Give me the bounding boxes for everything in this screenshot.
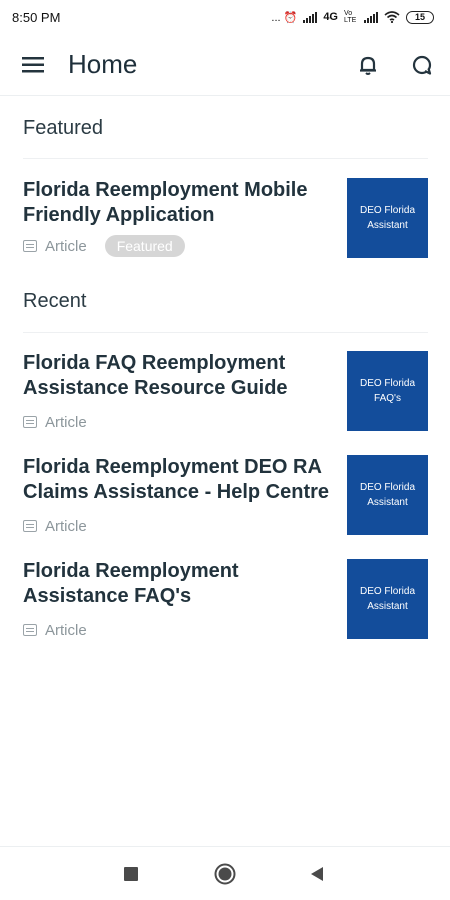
- item-thumbnail: DEO Florida Assistant: [347, 455, 428, 535]
- status-time: 8:50 PM: [12, 9, 61, 25]
- signal-icon-2: [364, 11, 378, 23]
- item-thumbnail: DEO Florida Assistant: [347, 559, 428, 639]
- status-indicators: ... ⏰ 4G Vo LTE 15: [271, 10, 434, 24]
- system-nav-bar: [0, 846, 450, 900]
- bell-icon: [360, 56, 376, 75]
- hamburger-menu-icon: [22, 57, 44, 73]
- item-title: Florida Reemployment Assistance FAQ's: [23, 560, 239, 607]
- page-title: Home: [68, 49, 138, 79]
- item-type: Article: [45, 621, 87, 639]
- app-bar: Home: [0, 34, 450, 96]
- back-button[interactable]: [302, 859, 332, 889]
- item-title: Florida Reemployment DEO RA Claims Assis…: [23, 456, 330, 503]
- triangle-back-icon: [311, 867, 323, 881]
- featured-badge: Featured: [104, 235, 185, 257]
- battery-icon: 15: [406, 10, 434, 24]
- item-type: Article: [45, 413, 87, 431]
- item-type: Article: [45, 237, 87, 255]
- network-type: 4G: [323, 11, 338, 23]
- item-type: Article: [45, 517, 87, 535]
- item-title: Florida FAQ Reemployment Assistance Reso…: [23, 352, 288, 399]
- recent-item[interactable]: Florida FAQ Reemployment Assistance Reso…: [23, 351, 428, 433]
- featured-section-header: Featured: [23, 117, 104, 139]
- volte-indicator: Vo LTE: [344, 10, 357, 24]
- item-meta: Article: [23, 619, 87, 641]
- item-meta: Article Featured: [23, 235, 185, 257]
- recents-button[interactable]: [116, 859, 146, 889]
- status-misc-icons: ... ⏰: [271, 11, 298, 24]
- item-thumbnail: DEO Florida FAQ's: [347, 351, 428, 431]
- notifications-button[interactable]: [348, 45, 388, 85]
- wifi-icon: [384, 11, 400, 23]
- chat-icon: [412, 55, 432, 75]
- home-button[interactable]: [210, 859, 240, 889]
- item-title: Florida Reemployment Mobile Friendly App…: [23, 179, 308, 226]
- divider: [23, 158, 428, 159]
- article-icon: [23, 240, 37, 252]
- item-thumbnail: DEO Florida Assistant: [347, 178, 428, 258]
- signal-icon: [303, 11, 318, 23]
- divider: [23, 332, 428, 333]
- article-icon: [23, 624, 37, 636]
- item-meta: Article: [23, 411, 87, 433]
- circle-icon: [214, 863, 236, 885]
- chat-button[interactable]: [402, 45, 442, 85]
- article-icon: [23, 520, 37, 532]
- square-icon: [124, 867, 138, 881]
- recent-item[interactable]: Florida Reemployment DEO RA Claims Assis…: [23, 455, 428, 537]
- status-bar: 8:50 PM ... ⏰ 4G Vo LTE 15: [0, 0, 450, 34]
- recent-item[interactable]: Florida Reemployment Assistance FAQ's Ar…: [23, 559, 428, 641]
- item-meta: Article: [23, 515, 87, 537]
- article-icon: [23, 416, 37, 428]
- recent-section-header: Recent: [23, 290, 87, 312]
- menu-button[interactable]: [13, 45, 53, 85]
- featured-item[interactable]: Florida Reemployment Mobile Friendly App…: [23, 178, 428, 260]
- battery-level: 15: [414, 12, 425, 22]
